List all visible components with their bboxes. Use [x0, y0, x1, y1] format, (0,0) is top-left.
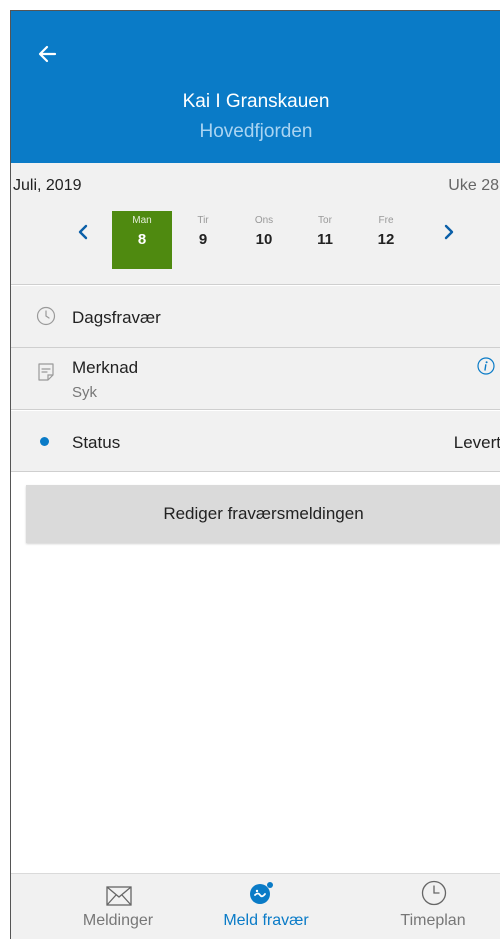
- tab-report-absence[interactable]: Meld fravær: [186, 874, 346, 939]
- day-thu[interactable]: Tor 11: [295, 211, 355, 269]
- report-absence-icon: [250, 882, 273, 904]
- bottom-tab-bar: Meldinger Meld fravær Timeplan: [11, 873, 500, 939]
- tab-messages[interactable]: Meldinger: [38, 874, 198, 939]
- status-row: Status Levert: [11, 411, 500, 472]
- month-label: Juli, 2019: [13, 177, 82, 194]
- day-tue[interactable]: Tir 9: [173, 211, 233, 269]
- app-screen: Kai I Granskauen Hovedfjorden Juli, 2019…: [10, 10, 500, 939]
- day-number: 10: [255, 231, 273, 248]
- status-value: Levert: [453, 433, 500, 452]
- absence-type: Dagsfravær: [72, 308, 161, 327]
- absence-type-row: Dagsfravær: [11, 286, 500, 348]
- week-label: Uke 28: [448, 177, 499, 194]
- note-row: Merknad Syk: [11, 348, 500, 410]
- date-strip: Juli, 2019 Uke 28 Man 8 Tir 9 Ons 10 Tor…: [11, 163, 500, 285]
- day-name: Ons: [254, 215, 274, 226]
- status-dot: [40, 437, 49, 446]
- chevron-right-icon[interactable]: [439, 219, 459, 245]
- day-number: 11: [317, 231, 333, 248]
- clock-icon: [36, 306, 56, 326]
- day-fri[interactable]: Fre 12: [356, 211, 416, 269]
- day-name: Fre: [378, 215, 394, 226]
- day-name: Tor: [318, 215, 332, 226]
- student-name: Kai I Granskauen: [182, 91, 330, 112]
- chevron-left-icon[interactable]: [73, 219, 93, 245]
- mail-icon: [106, 886, 132, 906]
- tab-label: Timeplan: [400, 912, 466, 929]
- day-number: 9: [198, 231, 208, 248]
- note-label: Merknad: [72, 358, 139, 377]
- day-number: 12: [377, 231, 395, 248]
- day-mon[interactable]: Man 8: [112, 211, 172, 269]
- note-value: Syk: [72, 384, 98, 401]
- tab-label: Meldinger: [82, 912, 154, 929]
- info-icon[interactable]: [477, 357, 495, 375]
- school-name: Hovedfjorden: [199, 121, 313, 142]
- day-number: 8: [137, 231, 147, 248]
- day-name: Tir: [197, 215, 209, 226]
- day-wed[interactable]: Ons 10: [234, 211, 294, 269]
- header: Kai I Granskauen Hovedfjorden: [11, 11, 500, 163]
- clock-icon: [421, 880, 447, 906]
- edit-absence-button[interactable]: Rediger fraværsmeldingen: [26, 485, 500, 543]
- back-arrow-icon[interactable]: [33, 39, 63, 69]
- note-icon: [38, 363, 54, 381]
- day-name: Man: [132, 215, 152, 226]
- tab-timetable[interactable]: Timeplan: [353, 874, 500, 939]
- status-label: Status: [72, 433, 121, 452]
- tab-label: Meld fravær: [223, 912, 309, 929]
